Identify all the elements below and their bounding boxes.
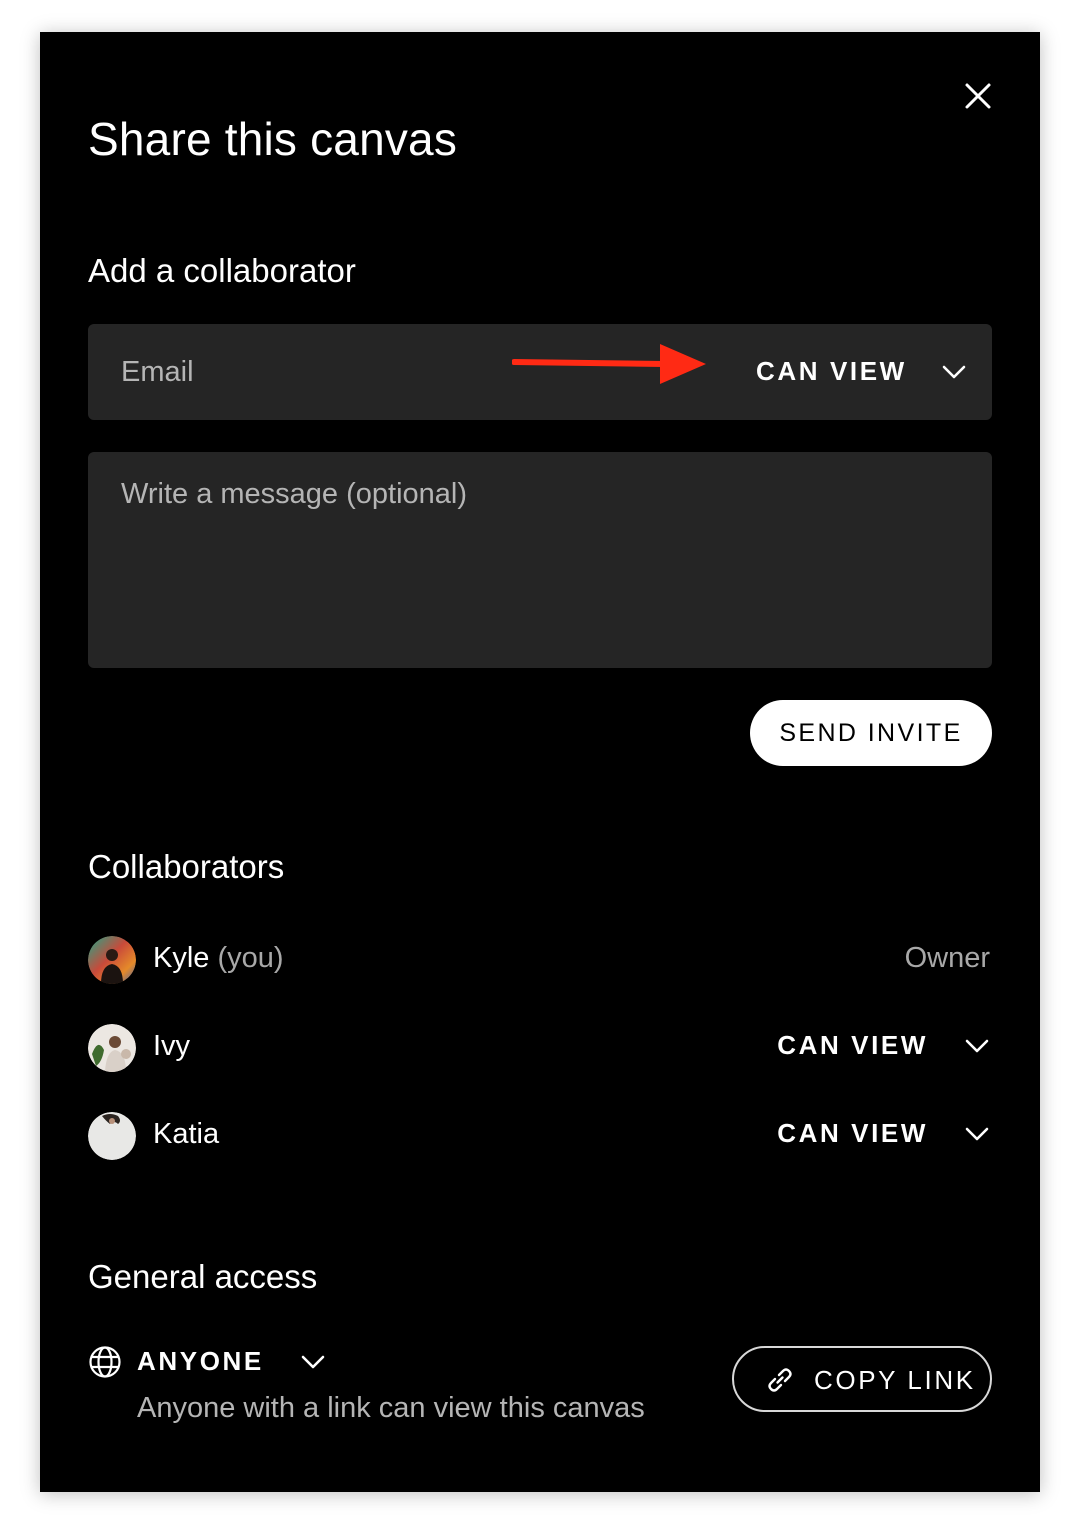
general-access-description: Anyone with a link can view this canvas [137,1392,645,1424]
chevron-down-icon [965,1039,989,1052]
avatar [88,936,136,984]
chevron-down-icon [301,1355,325,1368]
you-suffix: (you) [217,942,284,974]
avatar [88,1024,136,1072]
share-dialog: Share this canvas Add a collaborator CAN… [40,32,1040,1492]
invite-permission-dropdown[interactable]: CAN VIEW [756,356,967,387]
general-access-heading: General access [88,1258,318,1295]
globe-icon [89,1346,121,1378]
collaborator-row: Ivy CAN VIEW [88,1020,992,1076]
email-input[interactable] [88,324,508,420]
message-input[interactable] [88,452,992,668]
link-icon [768,1368,792,1392]
close-button[interactable] [958,76,998,116]
collaborator-permission-dropdown[interactable]: CAN VIEW [777,1118,990,1149]
collaborator-permission-label: CAN VIEW [777,1118,928,1148]
email-row: CAN VIEW [88,324,992,420]
collaborator-name: Katia [153,1118,220,1150]
collaborator-name-text: Kyle [153,942,210,974]
collaborator-name: Ivy [153,1030,191,1062]
collaborators-heading: Collaborators [88,848,285,885]
chevron-down-icon [965,1127,989,1140]
send-invite-button[interactable]: SEND INVITE [750,700,992,766]
collaborator-permission-dropdown[interactable]: CAN VIEW [777,1030,990,1061]
add-collaborator-heading: Add a collaborator [88,252,356,289]
general-access-dropdown[interactable]: ANYONE [137,1346,326,1377]
avatar [88,1112,136,1160]
chevron-down-icon [942,365,966,378]
general-access-level: ANYONE [137,1346,264,1376]
copy-link-button[interactable]: COPY LINK [732,1346,992,1412]
collaborator-permission-label: CAN VIEW [777,1030,928,1060]
annotation-arrow-icon [512,344,706,384]
owner-label: Owner [904,942,990,974]
collaborator-name: Kyle (you) [153,942,284,975]
close-icon [965,83,991,109]
dialog-title: Share this canvas [88,113,458,165]
collaborator-row: Katia CAN VIEW [88,1108,992,1164]
collaborator-row: Kyle (you) Owner [88,932,992,988]
copy-link-label: COPY LINK [814,1365,976,1395]
invite-permission-label: CAN VIEW [756,356,907,386]
